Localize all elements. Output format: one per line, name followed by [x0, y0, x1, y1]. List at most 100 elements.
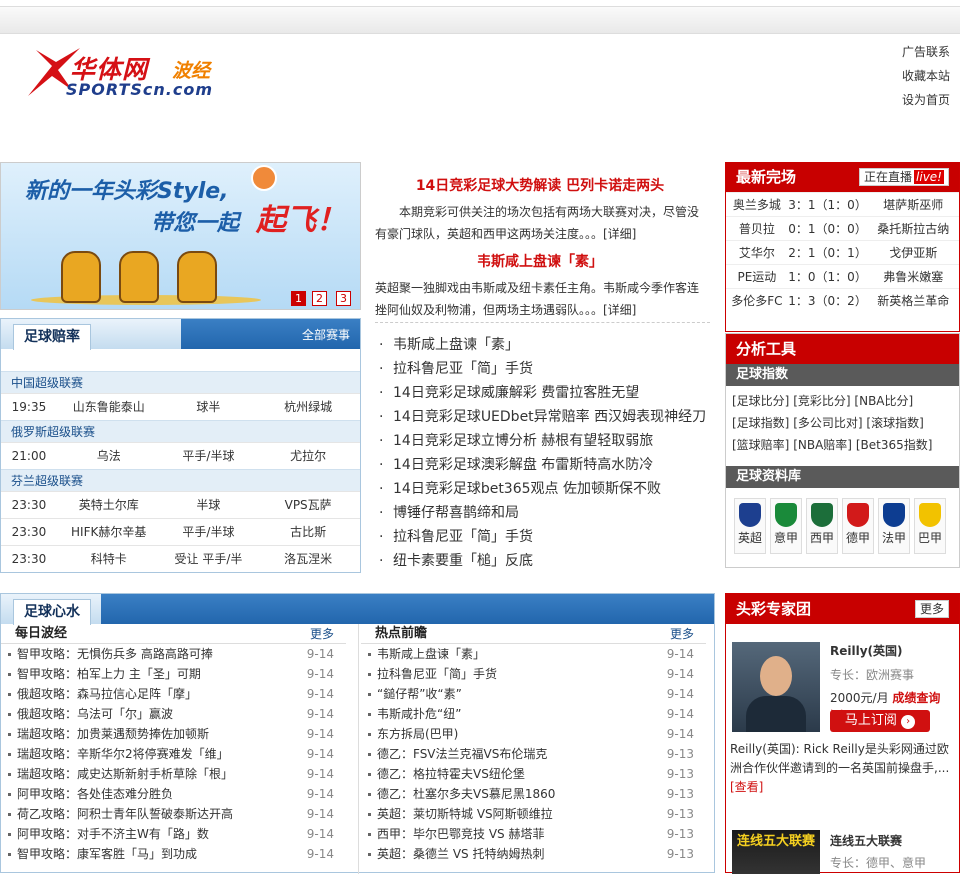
result-row[interactable]: 普贝拉 0：1（0：0） 桑托斯拉古纳 — [726, 216, 959, 240]
league-crest[interactable]: 德甲 — [842, 498, 874, 554]
live-button[interactable]: 正在直播 live! — [859, 168, 949, 186]
banner-logo-icon — [251, 165, 277, 191]
banner-page-3[interactable]: 3 — [336, 291, 351, 306]
news-item[interactable]: 拉科鲁尼亚「简」手货 — [375, 357, 715, 381]
arrow-circle-icon: › — [901, 715, 916, 729]
tool-link[interactable]: [足球指数] — [732, 416, 789, 430]
tab-football-tips[interactable]: 足球心水 — [13, 599, 91, 625]
article-item[interactable]: 智甲攻略：柏军上力 主「圣」可期 9-14 — [1, 664, 346, 684]
banner-page-2[interactable]: 2 — [312, 291, 327, 306]
handicap: 平手/半球 — [182, 449, 235, 463]
score: 2：1（0：1） — [788, 246, 867, 260]
news-item[interactable]: 14日竞彩足球bet365观点 佐加顿斯保不败 — [375, 477, 715, 501]
article-item[interactable]: 东方拆局(巴甲) 9-14 — [361, 724, 706, 744]
article-date: 9-14 — [666, 667, 694, 681]
news-item[interactable]: 14日竞彩足球UEDbet异常赔率 西汉姆表现神经刀 — [375, 405, 715, 429]
article-item[interactable]: 韦斯咸上盘谏「素」 9-14 — [361, 644, 706, 664]
view-link[interactable]: [查看] — [730, 780, 763, 794]
league-header[interactable]: 俄罗斯超级联赛 — [1, 420, 360, 442]
article-item[interactable]: 智甲攻略：康军客胜「马」到功成 9-14 — [1, 844, 346, 864]
hot-preview-more-link[interactable]: 更多 — [670, 624, 694, 644]
article-item[interactable]: 英超：桑德兰 VS 托特纳姆热刺 9-13 — [361, 844, 706, 864]
headline-2[interactable]: 韦斯咸上盘谏「素」 — [375, 251, 705, 271]
bookmark-link[interactable]: 收藏本站 — [902, 64, 950, 88]
article-item[interactable]: 瑞超攻略：辛斯华尔2将停赛难发「维」 9-14 — [1, 744, 346, 764]
expert-more-button[interactable]: 更多 — [914, 600, 949, 618]
article-item[interactable]: 瑞超攻略：咸史达斯新射手析草除「根」 9-14 — [1, 764, 346, 784]
home-team: 奥兰多城 — [732, 198, 781, 212]
match-row[interactable]: 23:30 HIFK赫尔辛基 平手/半球 古比斯 — [1, 518, 360, 545]
second-expert-image[interactable]: 连线五大联赛 — [732, 830, 820, 874]
league-header[interactable]: 中国超级联赛 — [1, 371, 360, 393]
article-title: 英超：桑德兰 VS 托特纳姆热刺 — [377, 847, 545, 861]
league-crest[interactable]: 西甲 — [806, 498, 838, 554]
article-item[interactable]: 阿甲攻略：各处佳态难分胜负 9-14 — [1, 784, 346, 804]
news-list: 韦斯咸上盘谏「素」拉科鲁尼亚「简」手货14日竞彩足球威廉解彩 费雷拉客胜无望14… — [375, 333, 715, 573]
headline-1[interactable]: 14日竞彩足球大势解读 巴列卡诺走两头 — [375, 175, 705, 195]
banner-page-1[interactable]: 1 — [291, 291, 306, 306]
tool-link[interactable]: [Bet365指数] — [856, 438, 933, 452]
home-team: 艾华尔 — [738, 246, 775, 260]
article-item[interactable]: 韦斯咸扑危“纽” 9-14 — [361, 704, 706, 724]
tab-football-odds[interactable]: 足球赔率 — [13, 324, 91, 350]
tool-link[interactable]: [NBA比分] — [854, 394, 913, 408]
second-expert-name[interactable]: 连线五大联赛 — [830, 832, 902, 849]
article-title: 荷乙攻略：阿积士青年队誓破泰斯达开高 — [17, 807, 234, 821]
site-logo[interactable]: 华体网 波经 SPORTScn.com — [22, 42, 222, 104]
result-row[interactable]: 奥兰多城 3：1（1：0） 堪萨斯巫师 — [726, 192, 959, 216]
all-matches-link[interactable]: 全部赛事 — [302, 326, 350, 343]
expert-photo[interactable] — [732, 642, 820, 732]
tools-title: 分析工具 — [726, 334, 959, 364]
subscribe-button[interactable]: 马上订阅 › — [830, 710, 930, 732]
home-team: HIFK赫尔辛基 — [71, 525, 147, 539]
league-crest[interactable]: 意甲 — [770, 498, 802, 554]
league-crest[interactable]: 英超 — [734, 498, 766, 554]
article-item[interactable]: “鎚仔帮”收“素” 9-14 — [361, 684, 706, 704]
tool-link[interactable]: [足球比分] — [732, 394, 789, 408]
news-item[interactable]: 博锤仔帮喜鹊缔和局 — [375, 501, 715, 525]
news-item[interactable]: 韦斯咸上盘谏「素」 — [375, 333, 715, 357]
article-item[interactable]: 拉科鲁尼亚「简」手货 9-14 — [361, 664, 706, 684]
article-item[interactable]: 瑞超攻略：加贵莱遇颓势捧佐加顿斯 9-14 — [1, 724, 346, 744]
football-index-head: 足球指数 — [726, 364, 959, 386]
article-item[interactable]: 俄超攻略：森马拉信心足阵「摩」 9-14 — [1, 684, 346, 704]
match-row[interactable]: 23:30 英特土尔库 半球 VPS瓦萨 — [1, 491, 360, 518]
result-row[interactable]: 多伦多FC 1：3（0：2） 新英格兰革命 — [726, 288, 959, 312]
promo-banner[interactable]: 新的一年头彩Style, 带您一起 起飞！ 1 2 3 — [0, 162, 361, 310]
ad-contact-link[interactable]: 广告联系 — [902, 40, 950, 64]
article-item[interactable]: 俄超攻略：乌法可「尔」赢波 9-14 — [1, 704, 346, 724]
league-header[interactable]: 芬兰超级联赛 — [1, 469, 360, 491]
tool-link[interactable]: [竞彩比分] — [793, 394, 850, 408]
article-title: 东方拆局(巴甲) — [377, 727, 459, 741]
score: 0：1（0：0） — [788, 222, 867, 236]
match-row[interactable]: 21:00 乌法 平手/半球 尤拉尔 — [1, 442, 360, 469]
result-row[interactable]: 艾华尔 2：1（0：1） 戈伊亚斯 — [726, 240, 959, 264]
tool-link[interactable]: [篮球赔率] — [732, 438, 789, 452]
match-row[interactable]: 23:30 科特卡 受让 平手/半 洛瓦涅米 — [1, 545, 360, 572]
news-item[interactable]: 14日竞彩足球澳彩解盘 布雷斯特高水防冷 — [375, 453, 715, 477]
article-item[interactable]: 西甲：毕尔巴鄂竞技 VS 赫塔菲 9-13 — [361, 824, 706, 844]
league-crest[interactable]: 法甲 — [878, 498, 910, 554]
tool-link[interactable]: [NBA赔率] — [793, 438, 852, 452]
news-item[interactable]: 14日竞彩足球威廉解彩 费雷拉客胜无望 — [375, 381, 715, 405]
away-team: 杭州绿城 — [284, 400, 333, 414]
article-item[interactable]: 阿甲攻略：对手不济主W有「路」数 9-14 — [1, 824, 346, 844]
article-item[interactable]: 智甲攻略：无惧伤兵多 高路高路可捧 9-14 — [1, 644, 346, 664]
news-item[interactable]: 纽卡素要重「槌」反底 — [375, 549, 715, 573]
article-item[interactable]: 荷乙攻略：阿积士青年队誓破泰斯达开高 9-14 — [1, 804, 346, 824]
tool-link[interactable]: [多公司比对] — [793, 416, 862, 430]
article-item[interactable]: 德乙：杜塞尔多夫VS慕尼黑1860 9-13 — [361, 784, 706, 804]
expert-title: 头彩专家团 — [736, 600, 812, 618]
match-row[interactable]: 19:35 山东鲁能泰山 球半 杭州绿城 — [1, 393, 360, 420]
news-item[interactable]: 拉科鲁尼亚「简」手货 — [375, 525, 715, 549]
result-row[interactable]: PE运动 1：0（1：0） 弗鲁米嫩塞 — [726, 264, 959, 288]
article-item[interactable]: 英超：莱切斯特城 VS阿斯顿维拉 9-13 — [361, 804, 706, 824]
set-homepage-link[interactable]: 设为首页 — [902, 88, 950, 112]
news-item[interactable]: 14日竞彩足球立博分析 赫根有望轻取弱旅 — [375, 429, 715, 453]
article-item[interactable]: 德乙：FSV法兰克福VS布伦瑞克 9-13 — [361, 744, 706, 764]
league-crest[interactable]: 巴甲 — [914, 498, 946, 554]
expert-name[interactable]: Reilly(英国) — [830, 642, 903, 659]
tool-link[interactable]: [滚球指数] — [866, 416, 923, 430]
daily-tips-more-link[interactable]: 更多 — [310, 624, 334, 644]
article-item[interactable]: 德乙：格拉特霍夫VS纽伦堡 9-13 — [361, 764, 706, 784]
